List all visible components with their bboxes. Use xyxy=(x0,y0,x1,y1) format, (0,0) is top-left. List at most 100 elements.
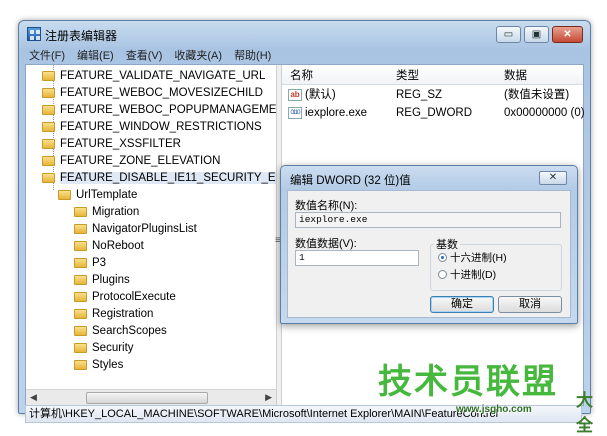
tree-item-label: SearchScopes xyxy=(92,325,167,337)
radio-decimal-label: 十进制(D) xyxy=(450,269,497,281)
tree-item-label: Migration xyxy=(92,206,140,218)
cancel-button[interactable]: 取消 xyxy=(498,296,562,313)
tree-item-label: FEATURE_XSSFILTER xyxy=(60,138,181,150)
string-value-icon: ab xyxy=(288,88,302,101)
tree-item[interactable]: Styles xyxy=(74,357,123,374)
value-name-field[interactable]: iexplore.exe xyxy=(295,212,561,228)
folder-icon xyxy=(42,104,55,115)
folder-icon xyxy=(74,359,87,370)
folder-icon xyxy=(42,87,55,98)
value-name-cell: ab (默认) xyxy=(288,87,336,104)
folder-icon xyxy=(74,342,87,353)
menu-help[interactable]: 帮助(H) xyxy=(234,47,271,63)
ok-button[interactable]: 确定 xyxy=(430,296,494,313)
folder-icon xyxy=(42,155,55,166)
folder-icon xyxy=(74,308,87,319)
radio-decimal[interactable]: 十进制(D) xyxy=(438,268,496,282)
radio-hex-dot-icon[interactable] xyxy=(438,253,447,262)
radio-hex[interactable]: 十六进制(H) xyxy=(438,251,507,265)
watermark-url: www.jsgho.com xyxy=(456,404,532,415)
tree-item-label: FEATURE_ZONE_ELEVATION xyxy=(60,155,221,167)
window-title: 注册表编辑器 xyxy=(45,29,118,43)
menu-bar: 文件(F) 编辑(E) 查看(V) 收藏夹(A) 帮助(H) xyxy=(25,46,584,63)
tree-item[interactable]: Security xyxy=(74,340,134,357)
value-data-field[interactable]: 1 xyxy=(295,250,419,266)
scroll-left-icon[interactable]: ◀ xyxy=(30,392,37,403)
menu-file[interactable]: 文件(F) xyxy=(29,47,65,63)
tree-item[interactable]: NoReboot xyxy=(74,238,144,255)
maximize-button[interactable]: ▣ xyxy=(524,26,549,43)
tree-item-label: NoReboot xyxy=(92,240,144,252)
column-type[interactable]: 类型 xyxy=(396,67,419,83)
tree-item[interactable]: Registration xyxy=(74,306,153,323)
folder-icon xyxy=(42,70,55,81)
tree-item[interactable]: FEATURE_ZONE_ELEVATION xyxy=(42,153,220,170)
tree-item[interactable]: SearchScopes xyxy=(74,323,167,340)
tree-item-label: FEATURE_DISABLE_IE11_SECURITY_EC xyxy=(60,172,276,184)
menu-view[interactable]: 查看(V) xyxy=(126,47,163,63)
folder-icon xyxy=(74,274,87,285)
dialog-title: 编辑 DWORD (32 位)值 xyxy=(290,175,411,187)
minimize-button[interactable]: ▭ xyxy=(496,26,521,43)
tree-item[interactable]: P3 xyxy=(74,255,106,272)
watermark-side-text: 大全 xyxy=(576,391,593,436)
radio-decimal-dot-icon[interactable] xyxy=(438,270,447,279)
tree-item[interactable]: FEATURE_DISABLE_IE11_SECURITY_EC xyxy=(42,170,276,187)
column-name[interactable]: 名称 xyxy=(290,67,313,83)
value-name-cell: 0110 iexplore.exe xyxy=(288,105,367,122)
tree-item[interactable]: Migration xyxy=(74,204,139,221)
tree-horizontal-scrollbar[interactable]: ◀ ▶ xyxy=(26,389,276,405)
folder-icon xyxy=(42,121,55,132)
tree-item-label: Plugins xyxy=(92,274,130,286)
menu-edit[interactable]: 编辑(E) xyxy=(77,47,114,63)
tree-item-label: UrlTemplate xyxy=(76,189,138,201)
tree-item[interactable]: ProtocolExecute xyxy=(74,289,176,306)
tree-item[interactable]: FEATURE_WEBOC_POPUPMANAGEME xyxy=(42,102,276,119)
folder-icon xyxy=(74,223,87,234)
close-button[interactable]: ✕ xyxy=(552,26,583,43)
folder-icon xyxy=(74,240,87,251)
dialog-body: 数值名称(N): iexplore.exe 数值数据(V): 1 基数 十六进制… xyxy=(287,190,571,318)
folder-icon xyxy=(74,325,87,336)
column-data[interactable]: 数据 xyxy=(504,67,527,83)
tree-item-label: NavigatorPluginsList xyxy=(92,223,197,235)
tree-item[interactable]: NavigatorPluginsList xyxy=(74,221,197,238)
dialog-close-button[interactable]: ✕ xyxy=(539,171,567,185)
folder-icon xyxy=(42,172,55,183)
folder-icon xyxy=(58,189,71,200)
registry-tree[interactable]: FEATURE_VALIDATE_NAVIGATE_URL FEATURE_WEB… xyxy=(26,65,276,377)
title-bar[interactable]: 注册表编辑器 ▭ ▣ ✕ xyxy=(19,21,590,47)
tree-item-label: P3 xyxy=(92,257,107,269)
scroll-right-icon[interactable]: ▶ xyxy=(265,392,272,403)
tree-item-label: FEATURE_VALIDATE_NAVIGATE_URL xyxy=(60,70,266,82)
value-data-cell: 0x00000000 (0) xyxy=(504,107,585,119)
tree-item-label: FEATURE_WEBOC_POPUPMANAGEME xyxy=(60,104,276,116)
folder-icon xyxy=(74,257,87,268)
binary-value-icon: 0110 xyxy=(288,106,302,119)
tree-item-label: Security xyxy=(92,342,134,354)
radio-hex-label: 十六进制(H) xyxy=(450,252,507,264)
edit-dword-dialog: 编辑 DWORD (32 位)值 ✕ 数值名称(N): iexplore.exe… xyxy=(280,165,578,324)
tree-item[interactable]: FEATURE_XSSFILTER xyxy=(42,136,181,153)
folder-icon xyxy=(74,206,87,217)
tree-item-label: ProtocolExecute xyxy=(92,291,176,303)
tree-item-label: FEATURE_WINDOW_RESTRICTIONS xyxy=(60,121,262,133)
value-name-label: 数值名称(N): xyxy=(295,200,358,212)
list-header: 名称 类型 数据 xyxy=(282,65,583,85)
registry-app-icon xyxy=(27,27,41,41)
site-watermark: 技术员联盟 大全 www.jsgho.com xyxy=(366,354,607,436)
tree-item[interactable]: FEATURE_WEBOC_MOVESIZECHILD xyxy=(42,85,263,102)
scroll-thumb[interactable] xyxy=(86,392,208,404)
base-label: 基数 xyxy=(434,236,460,252)
tree-item-label: Styles xyxy=(92,359,124,371)
folder-icon xyxy=(42,138,55,149)
tree-item[interactable]: FEATURE_VALIDATE_NAVIGATE_URL xyxy=(42,68,265,85)
menu-favorites[interactable]: 收藏夹(A) xyxy=(174,47,222,63)
watermark-logo-text: 技术员联盟 xyxy=(378,362,558,402)
value-row[interactable]: ab (默认) REG_SZ (数值未设置) xyxy=(282,87,583,104)
tree-item-label: FEATURE_WEBOC_MOVESIZECHILD xyxy=(60,87,263,99)
tree-item[interactable]: Plugins xyxy=(74,272,130,289)
value-row[interactable]: 0110 iexplore.exe REG_DWORD 0x00000000 (0) xyxy=(282,105,585,122)
tree-item[interactable]: UrlTemplate xyxy=(58,187,137,204)
tree-item[interactable]: FEATURE_WINDOW_RESTRICTIONS xyxy=(42,119,262,136)
